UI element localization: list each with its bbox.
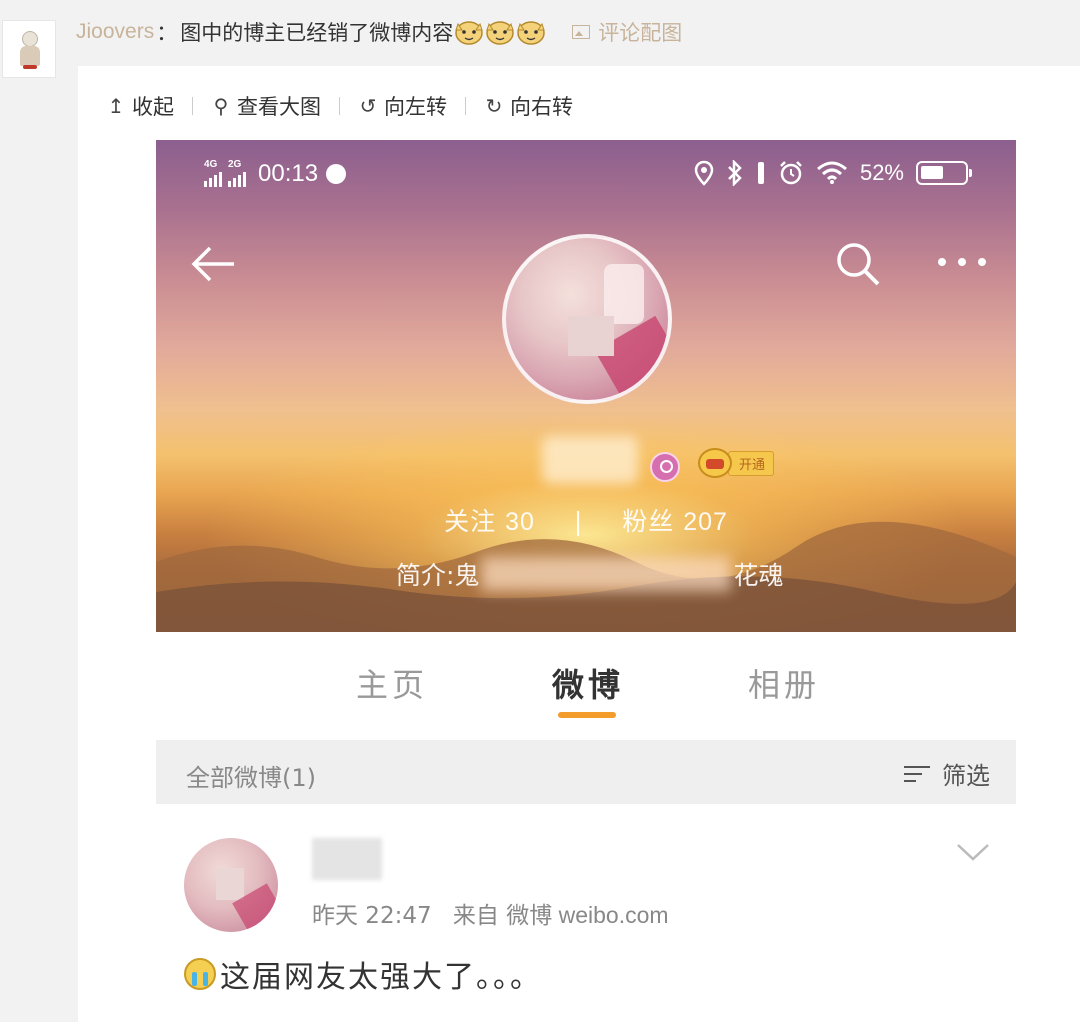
rotate-left-button[interactable]: ↺ 向左转: [358, 91, 447, 121]
collapse-label: 收起: [132, 95, 174, 119]
search-icon[interactable]: [834, 240, 882, 288]
profile-banner: 4G 2G 00:13 52% 开通 关注 30 | 粉丝 207 简介:鬼 花…: [156, 140, 1016, 632]
rotate-right-label: 向右转: [510, 95, 573, 119]
doge-emoji-icon: [516, 18, 546, 46]
profile-bio: 简介:鬼 花魂: [396, 554, 783, 594]
active-tab-indicator: [558, 712, 616, 718]
arrow-up-icon: ↥: [107, 94, 125, 118]
fans-stat[interactable]: 粉丝 207: [622, 507, 728, 536]
tab-home[interactable]: 主页: [356, 660, 428, 706]
alarm-icon: [780, 161, 802, 185]
filter-button[interactable]: 筛选: [904, 756, 990, 791]
post-source[interactable]: 微博 weibo.com: [506, 902, 668, 928]
tab-album[interactable]: 相册: [748, 660, 820, 706]
vibrate-icon: [757, 162, 764, 184]
battery-icon: [916, 161, 972, 185]
crying-emoji-icon: [184, 958, 216, 990]
filter-label: 筛选: [942, 762, 990, 790]
follow-label: 关注: [444, 507, 497, 536]
profile-name-blurred: [542, 436, 638, 484]
bio-suffix: 花魂: [733, 561, 784, 590]
status-time: 00:13: [258, 160, 319, 187]
image-viewer-card: ↥ 收起 ⚲ 查看大图 ↺ 向左转 ↻ 向右转 4G 2G 00:13 52% …: [78, 66, 1080, 1022]
doge-emoji-icon: [454, 18, 484, 46]
phone-screenshot[interactable]: 4G 2G 00:13 52% 开通 关注 30 | 粉丝 207 简介:鬼 花…: [156, 140, 1016, 1022]
comment-picture-label: 评论配图: [598, 21, 683, 45]
bluetooth-icon: [728, 160, 742, 186]
post-meta: 昨天 22:47 来自 微博 weibo.com: [312, 896, 669, 930]
comment-picture-link[interactable]: 评论配图: [572, 17, 682, 47]
all-posts-label[interactable]: 全部微博(1): [186, 758, 316, 793]
rotate-left-icon: ↺: [359, 94, 377, 118]
location-icon: [694, 160, 714, 186]
verified-badge-icon[interactable]: [650, 452, 680, 482]
rotate-right-button[interactable]: ↻ 向右转: [484, 91, 573, 121]
image-icon: [572, 25, 591, 39]
wifi-icon: [816, 161, 847, 184]
doge-emoji-icon: [485, 18, 515, 46]
post-text: 这届网友太强大了。。。: [184, 952, 542, 996]
signal-2g-icon: 2G: [228, 159, 246, 187]
rotate-left-label: 向左转: [384, 95, 447, 119]
toolbar-divider: [465, 97, 466, 115]
filter-icon: [904, 763, 934, 785]
member-badge-tag: 开通: [728, 450, 775, 476]
post-text-content: 这届网友太强大了。。。: [220, 960, 542, 995]
fans-count: 207: [683, 508, 728, 536]
left-sidebar: [0, 0, 78, 1022]
signal-4g-icon: 4G: [204, 159, 222, 187]
comment-username[interactable]: Jioovers: [76, 20, 154, 44]
profile-avatar[interactable]: [502, 234, 672, 404]
member-badge[interactable]: 开通: [698, 446, 775, 480]
commenter-avatar[interactable]: [2, 20, 56, 78]
battery-percent: 52%: [859, 160, 904, 185]
tab-weibo[interactable]: 微博: [552, 660, 624, 706]
post-item[interactable]: 昨天 22:47 来自 微博 weibo.com 这届网友太强大了。。。: [156, 804, 1016, 1022]
post-time: 昨天 22:47: [312, 903, 432, 929]
comment-text: 图中的博主已经销了微博内容: [180, 21, 454, 45]
post-avatar[interactable]: [184, 838, 278, 932]
globe-icon: [326, 164, 347, 184]
profile-tabs: 主页 微博 相册: [156, 650, 1016, 720]
fans-label: 粉丝: [622, 507, 675, 536]
rotate-right-icon: ↻: [485, 94, 503, 118]
back-arrow-icon[interactable]: [188, 242, 236, 286]
stat-divider: |: [573, 507, 584, 536]
view-large-button[interactable]: ⚲ 查看大图: [211, 91, 321, 121]
search-icon: ⚲: [213, 94, 229, 118]
collapse-button[interactable]: ↥ 收起: [106, 91, 174, 121]
chevron-down-icon[interactable]: [956, 842, 990, 862]
follow-stat[interactable]: 关注 30: [444, 507, 535, 536]
status-bar: 4G 2G 00:13 52%: [156, 156, 1016, 196]
avatar-figure-icon: [15, 29, 43, 69]
bio-prefix: 简介:鬼: [396, 561, 480, 590]
follow-stats: 关注 30 | 粉丝 207: [156, 502, 1016, 538]
post-author-blurred: [312, 838, 382, 880]
follow-count: 30: [505, 508, 535, 536]
crown-icon: [698, 448, 732, 478]
bio-blurred-text: [481, 557, 732, 591]
more-options-icon[interactable]: [934, 250, 990, 274]
comment-colon: ：: [156, 21, 178, 45]
view-large-label: 查看大图: [237, 95, 321, 119]
comment-line: Jioovers ： 图中的博主已经销了微博内容 评论配图: [76, 14, 682, 50]
toolbar-divider: [339, 97, 340, 115]
image-toolbar: ↥ 收起 ⚲ 查看大图 ↺ 向左转 ↻ 向右转: [106, 88, 573, 124]
toolbar-divider: [192, 97, 193, 115]
filter-bar: 全部微博(1) 筛选: [156, 740, 1016, 804]
post-from-label: 来自: [452, 903, 499, 929]
